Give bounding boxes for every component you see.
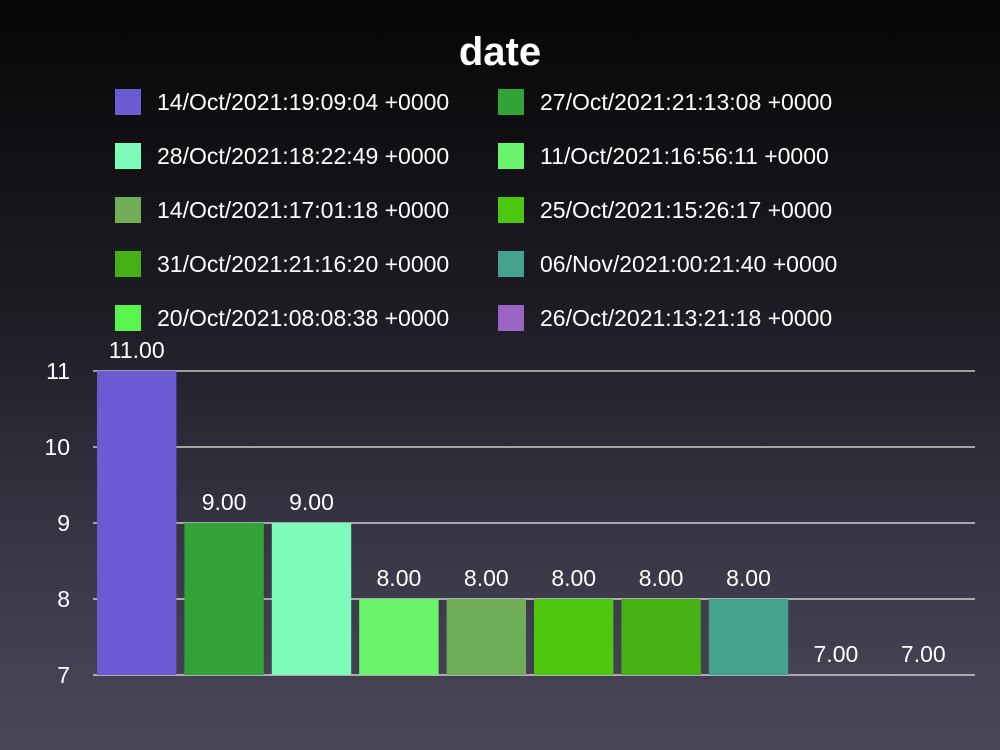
y-tick-label: 9 (57, 510, 70, 536)
bar (359, 599, 439, 675)
y-tick-label: 11 (46, 358, 70, 384)
bar-value-label: 8.00 (377, 565, 422, 591)
bar (184, 523, 264, 675)
bar-value-label: 9.00 (289, 489, 334, 515)
bar (621, 599, 701, 675)
y-tick-label: 10 (44, 434, 70, 460)
bar-value-label: 8.00 (551, 565, 596, 591)
y-tick-label: 7 (57, 662, 70, 688)
bar (534, 599, 614, 675)
y-tick-label: 8 (57, 586, 70, 612)
bar-value-label: 8.00 (726, 565, 771, 591)
bar (446, 599, 526, 675)
bar (708, 599, 789, 675)
bar-chart-plot: 7 8 9 10 11 11.00 9.00 9.00 8.00 8.00 8.00 8.00 8.00… (44, 337, 975, 688)
bar-value-label: 7.00 (901, 641, 946, 667)
bar-value-label: 8.00 (639, 565, 684, 591)
bar-value-label: 7.00 (814, 641, 859, 667)
bar (97, 371, 177, 675)
bar-value-label: 8.00 (464, 565, 509, 591)
bar (271, 523, 352, 675)
bar-value-label: 11.00 (109, 337, 165, 363)
bar-value-label: 9.00 (202, 489, 247, 515)
